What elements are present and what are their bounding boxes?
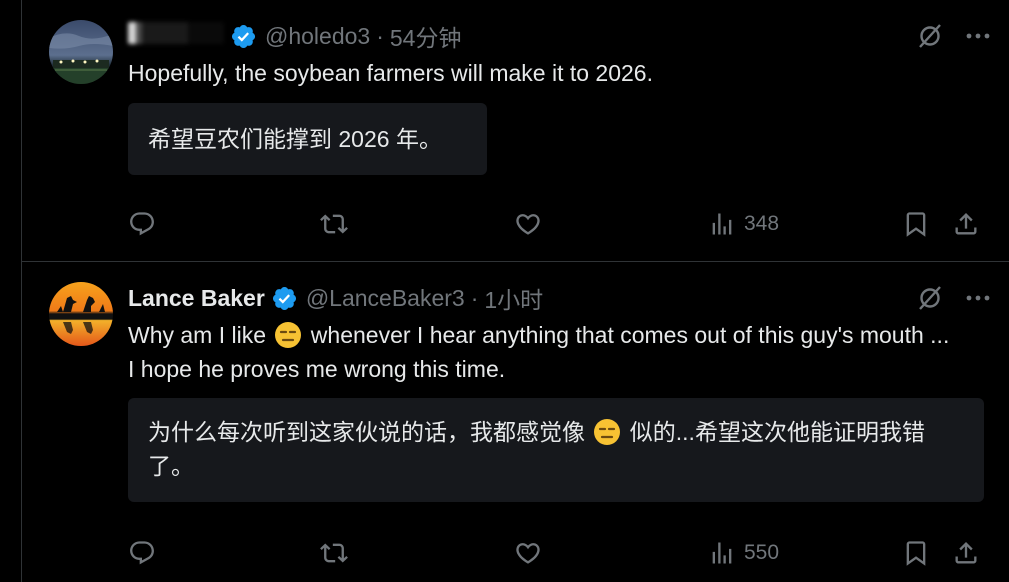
- tweet[interactable]: @holedo3 · 54分钟 Hopefully, the soybean f…: [22, 0, 1009, 262]
- tweet[interactable]: Lance Baker @LanceBaker3 · 1小时 Why am I …: [22, 262, 1009, 582]
- tweet-header-actions: [916, 22, 992, 50]
- views-button[interactable]: 550: [708, 533, 779, 573]
- bookmark-icon: [906, 212, 926, 237]
- verified-badge-icon: [272, 286, 296, 310]
- timestamp[interactable]: 54分钟: [390, 19, 462, 53]
- user-handle[interactable]: @holedo3: [265, 23, 370, 50]
- share-button[interactable]: [952, 204, 980, 244]
- translation-box: 为什么每次听到这家伙说的话，我都感觉像 似的...希望这次他能证明我错了。: [128, 398, 984, 502]
- separator-dot: ·: [470, 284, 479, 311]
- tweet-header: Lance Baker @LanceBaker3 · 1小时: [128, 282, 543, 314]
- blurred-name: [128, 22, 224, 44]
- translation-text-part: 为什么每次听到这家伙说的话，我都感觉像: [148, 419, 592, 445]
- share-button[interactable]: [952, 533, 980, 573]
- timestamp[interactable]: 1小时: [484, 281, 543, 315]
- reply-icon: [130, 541, 154, 565]
- reply-icon: [130, 212, 154, 236]
- grok-icon[interactable]: [916, 22, 944, 50]
- share-icon: [955, 542, 977, 564]
- retweet-button[interactable]: [320, 204, 348, 244]
- display-name[interactable]: Lance Baker: [128, 285, 265, 312]
- tweet-text: Hopefully, the soybean farmers will make…: [128, 60, 653, 86]
- tweet-actions: 348: [128, 204, 1009, 244]
- user-handle[interactable]: @LanceBaker3: [306, 285, 465, 312]
- views-count: 348: [744, 212, 780, 235]
- bookmark-button[interactable]: [902, 204, 930, 244]
- views-chart-icon: [712, 542, 732, 564]
- avatar[interactable]: [49, 20, 113, 84]
- like-button[interactable]: [514, 533, 542, 573]
- retweet-button[interactable]: [320, 533, 348, 573]
- reply-button[interactable]: [128, 204, 156, 244]
- tweet-text: Why am I like whenever I hear anything t…: [128, 318, 950, 386]
- views-count: 550: [744, 541, 780, 564]
- retweet-icon: [320, 214, 348, 234]
- separator-dot: ·: [376, 22, 384, 49]
- bookmark-icon: [906, 541, 926, 566]
- reply-button[interactable]: [128, 533, 156, 573]
- retweet-icon: [320, 543, 348, 563]
- tweet-actions: 550: [128, 533, 1009, 573]
- expressionless-face-emoji: [594, 419, 621, 445]
- timeline: @holedo3 · 54分钟 Hopefully, the soybean f…: [21, 0, 1009, 582]
- heart-icon: [516, 214, 540, 235]
- verified-badge-icon: [231, 24, 256, 48]
- bookmark-button[interactable]: [902, 533, 930, 573]
- more-icon[interactable]: [964, 284, 992, 312]
- display-name[interactable]: [128, 22, 224, 50]
- tweet-header: @holedo3 · 54分钟: [128, 20, 461, 52]
- views-chart-icon: [712, 213, 732, 235]
- expressionless-face-emoji: [275, 322, 302, 348]
- tweet-text-part: Why am I like: [128, 322, 273, 348]
- grok-icon[interactable]: [916, 284, 944, 312]
- avatar[interactable]: [49, 282, 113, 346]
- like-button[interactable]: [514, 204, 542, 244]
- heart-icon: [516, 543, 540, 564]
- tweet-header-actions: [916, 284, 992, 312]
- share-icon: [955, 213, 977, 235]
- views-button[interactable]: 348: [708, 204, 779, 244]
- more-icon[interactable]: [964, 22, 992, 50]
- translation-box: 希望豆农们能撑到 2026 年。: [128, 103, 487, 175]
